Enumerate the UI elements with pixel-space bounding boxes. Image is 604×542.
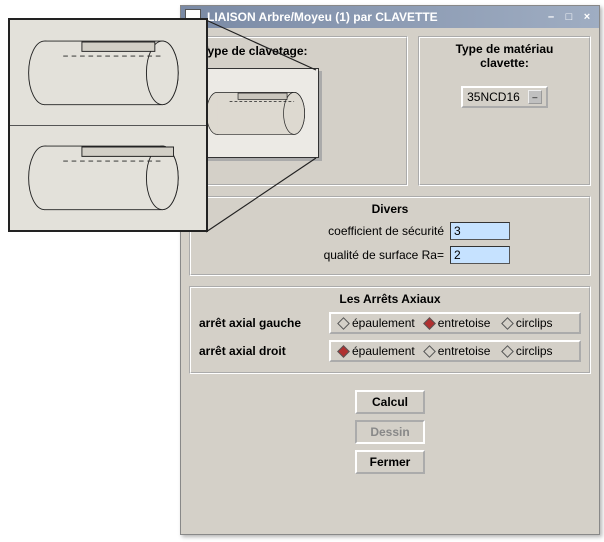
materiau-title: Type de matériau clavette: [428,42,581,70]
arret-droit-options: épaulement entretoise circlips [329,340,581,362]
diamond-icon [337,317,350,330]
clavetage-image[interactable] [199,68,319,158]
clavetage-title: Type de clavetage: [199,44,310,58]
gauche-epaulement[interactable]: épaulement [335,316,419,330]
fermer-button[interactable]: Fermer [355,450,425,474]
diamond-icon [501,317,514,330]
zoom-panel [8,18,208,232]
diamond-icon [423,317,436,330]
diamond-icon [423,345,436,358]
shaft-closed-key-icon [15,28,201,117]
close-button[interactable]: × [579,10,595,24]
shaft-open-key-icon [15,133,201,222]
window-title: LIAISON Arbre/Moyeu (1) par CLAVETTE [207,10,438,24]
diamond-icon [337,345,350,358]
gauche-circlips[interactable]: circlips [499,316,575,330]
diamond-icon [501,345,514,358]
gauche-entretoise[interactable]: entretoise [421,316,497,330]
arret-droit-label: arrêt axial droit [199,344,329,358]
arrets-title: Les Arrêts Axiaux [199,292,581,306]
droit-entretoise[interactable]: entretoise [421,344,497,358]
materiau-value: 35NCD16 [467,90,520,104]
coef-input[interactable] [450,222,510,240]
shaft-key-icon [203,76,315,151]
droit-epaulement[interactable]: épaulement [335,344,419,358]
maximize-button[interactable]: □ [561,10,577,24]
minimize-button[interactable]: – [543,10,559,24]
arret-gauche-options: épaulement entretoise circlips [329,312,581,334]
ra-input[interactable] [450,246,510,264]
arret-gauche-label: arrêt axial gauche [199,316,329,330]
zoom-image-closed-key[interactable] [10,20,206,126]
materiau-dropdown[interactable]: 35NCD16 – [461,86,548,108]
group-arrets: Les Arrêts Axiaux arrêt axial gauche épa… [189,286,591,374]
ra-label: qualité de surface Ra= [270,248,450,262]
coef-label: coefficient de sécurité [270,224,450,238]
dropdown-button-icon: – [528,90,542,104]
window-body: Type de clavetage: Type de matériau clav… [181,28,599,482]
group-divers: Divers coefficient de sécurité qualité d… [189,196,591,276]
button-column: Calcul Dessin Fermer [189,390,591,474]
titlebar: LIAISON Arbre/Moyeu (1) par CLAVETTE – □… [181,6,599,28]
group-materiau: Type de matériau clavette: 35NCD16 – [418,36,591,186]
app-window: LIAISON Arbre/Moyeu (1) par CLAVETTE – □… [180,5,600,535]
divers-title: Divers [199,202,581,216]
zoom-image-open-key[interactable] [10,126,206,231]
calcul-button[interactable]: Calcul [355,390,425,414]
droit-circlips[interactable]: circlips [499,344,575,358]
group-clavetage: Type de clavetage: [189,36,408,186]
dessin-button: Dessin [355,420,425,444]
